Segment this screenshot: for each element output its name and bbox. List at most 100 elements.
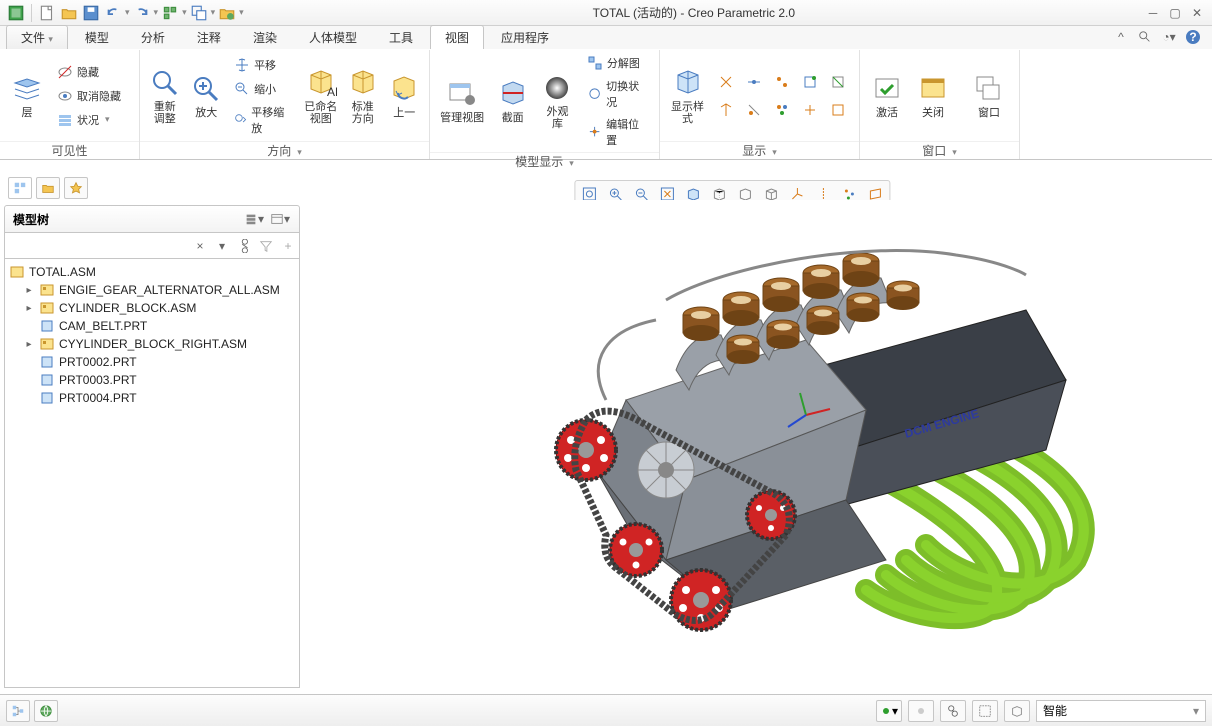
new-icon[interactable] xyxy=(37,3,57,23)
sb-select-icon[interactable] xyxy=(972,700,998,722)
sb-tree-icon[interactable] xyxy=(6,700,30,722)
section-button[interactable]: 截面 xyxy=(492,75,533,127)
previous-view-button[interactable]: 上一 xyxy=(386,70,424,122)
tree-clear-icon[interactable]: × xyxy=(189,235,211,257)
logo-icon[interactable] xyxy=(6,3,26,23)
appearance-button[interactable]: 外观 库 xyxy=(537,69,578,133)
maximize-button[interactable]: ▢ xyxy=(1166,4,1184,22)
tree-title: 模型树 xyxy=(13,211,49,228)
regenerate-icon[interactable] xyxy=(160,3,180,23)
quick-access-toolbar: ▾ ▾ ▾ ▾ ▾ xyxy=(6,3,244,23)
pan-button[interactable]: 平移 xyxy=(229,54,293,76)
standard-orient-button[interactable]: 标准 方向 xyxy=(344,64,382,128)
title-bar: ▾ ▾ ▾ ▾ ▾ TOTAL (活动的) - Creo Parametric … xyxy=(0,0,1212,26)
tree-search-input[interactable] xyxy=(5,235,189,257)
grid-icon-4[interactable] xyxy=(797,69,823,95)
grid-icon-5[interactable] xyxy=(825,69,851,95)
manage-views-button[interactable]: 管理视图 xyxy=(436,75,488,127)
selection-filter-dropdown[interactable]: 智能▾ xyxy=(1036,700,1206,722)
windows-button[interactable]: 窗口 xyxy=(968,70,1010,122)
display-style-button[interactable]: 显示样 式 xyxy=(666,64,709,128)
tab-annotate[interactable]: 注释 xyxy=(182,25,236,49)
tab-model[interactable]: 模型 xyxy=(70,25,124,49)
tree-item[interactable]: PRT0002.PRT xyxy=(7,353,297,371)
sb-dot-off-icon[interactable] xyxy=(908,700,934,722)
model-tree-panel: 模型树 ▾ ▾ × ▾ + TOTAL.ASM ▸ENGIE_GEAR_ALTE… xyxy=(4,175,300,690)
grid-icon-9[interactable] xyxy=(797,97,823,123)
layer-button[interactable]: 层 xyxy=(6,70,48,122)
group-label-model-display: 模型显示 xyxy=(515,153,563,170)
svg-text:?: ? xyxy=(1189,30,1196,44)
collapse-ribbon-icon[interactable]: ^ xyxy=(1112,28,1130,46)
tree-tab-model[interactable] xyxy=(8,177,32,199)
redo-icon[interactable] xyxy=(132,3,152,23)
tree-dropdown-icon[interactable]: ▾ xyxy=(211,235,233,257)
tab-view[interactable]: 视图 xyxy=(430,25,484,49)
learn-icon[interactable]: ◔▾ xyxy=(1160,28,1178,46)
workdir-icon[interactable] xyxy=(217,3,237,23)
tab-file[interactable]: 文件 ▾ xyxy=(6,25,68,49)
activate-window-button[interactable]: 激活 xyxy=(866,70,908,122)
sb-find-icon[interactable] xyxy=(940,700,966,722)
sb-geom-icon[interactable] xyxy=(1004,700,1030,722)
undo-icon[interactable] xyxy=(103,3,123,23)
tab-tools[interactable]: 工具 xyxy=(374,25,428,49)
unhide-button[interactable]: 取消隐藏 xyxy=(52,85,126,107)
close-button[interactable]: ✕ xyxy=(1188,4,1206,22)
status-button[interactable]: 状况▾ xyxy=(52,109,126,131)
tree-filter-icon[interactable] xyxy=(255,235,277,257)
group-label-display: 显示 xyxy=(742,142,766,159)
search-icon[interactable] xyxy=(1136,28,1154,46)
tree-item[interactable]: ▸CYYLINDER_BLOCK_RIGHT.ASM xyxy=(7,335,297,353)
tree-tab-star[interactable] xyxy=(64,177,88,199)
tree-item[interactable]: ▸CYLINDER_BLOCK.ASM xyxy=(7,299,297,317)
graphics-viewport[interactable]: DCM ENGINE xyxy=(304,200,1208,690)
group-label-orient: 方向 xyxy=(267,142,291,159)
zoom-out-button[interactable]: 缩小 xyxy=(229,78,293,100)
tree-settings-icon[interactable]: ▾ xyxy=(243,209,265,229)
grid-icon-8[interactable] xyxy=(769,97,795,123)
svg-text:AB: AB xyxy=(327,85,337,99)
sb-dot-green-icon[interactable]: ▾ xyxy=(876,700,902,722)
save-icon[interactable] xyxy=(81,3,101,23)
windows-icon[interactable] xyxy=(189,3,209,23)
grid-icon-7[interactable] xyxy=(741,97,767,123)
close-window-button[interactable]: 关闭 xyxy=(912,70,954,122)
open-icon[interactable] xyxy=(59,3,79,23)
tab-analysis[interactable]: 分析 xyxy=(126,25,180,49)
tree-find-icon[interactable] xyxy=(233,235,255,257)
status-bar: ▾ 智能▾ xyxy=(0,694,1212,726)
tab-manikin[interactable]: 人体模型 xyxy=(294,25,372,49)
grid-icon-3[interactable] xyxy=(769,69,795,95)
tree-root[interactable]: TOTAL.ASM xyxy=(7,263,297,281)
help-icon[interactable]: ? xyxy=(1184,28,1202,46)
grid-icon-2[interactable] xyxy=(741,69,767,95)
grid-icon-6[interactable] xyxy=(713,97,739,123)
refit-button[interactable]: 重新 调整 xyxy=(146,64,184,128)
tab-apps[interactable]: 应用程序 xyxy=(486,25,564,49)
tree-item[interactable]: PRT0003.PRT xyxy=(7,371,297,389)
explode-button[interactable]: 分解图 xyxy=(582,52,653,74)
tree-item[interactable]: CAM_BELT.PRT xyxy=(7,317,297,335)
grid-icon-1[interactable] xyxy=(713,69,739,95)
hide-button[interactable]: 隐藏 xyxy=(52,61,126,83)
sb-browser-icon[interactable] xyxy=(34,700,58,722)
edit-position-button[interactable]: 编辑位置 xyxy=(582,114,653,150)
tree-display-icon[interactable]: ▾ xyxy=(269,209,291,229)
toggle-state-button[interactable]: 切换状况 xyxy=(582,76,653,112)
grid-icon-10[interactable] xyxy=(825,97,851,123)
group-label-visibility: 可见性 xyxy=(51,142,87,159)
tree-add-icon[interactable]: + xyxy=(277,235,299,257)
pan-zoom-button[interactable]: 平移缩放 xyxy=(229,102,293,138)
minimize-button[interactable]: ─ xyxy=(1144,4,1162,22)
tree-item[interactable]: PRT0004.PRT xyxy=(7,389,297,407)
window-controls: ─ ▢ ✕ xyxy=(1144,4,1206,22)
tab-render[interactable]: 渲染 xyxy=(238,25,292,49)
tree-item[interactable]: ▸ENGIE_GEAR_ALTERNATOR_ALL.ASM xyxy=(7,281,297,299)
window-title: TOTAL (活动的) - Creo Parametric 2.0 xyxy=(244,4,1144,21)
model-tree[interactable]: TOTAL.ASM ▸ENGIE_GEAR_ALTERNATOR_ALL.ASM… xyxy=(4,259,300,688)
named-views-button[interactable]: AB已命名 视图 xyxy=(302,64,340,128)
ribbon-tabs: 文件 ▾ 模型 分析 注释 渲染 人体模型 工具 视图 应用程序 ^ ◔▾ ? xyxy=(0,26,1212,50)
tree-tab-folder[interactable] xyxy=(36,177,60,199)
zoom-in-button[interactable]: 放大 xyxy=(188,70,226,122)
